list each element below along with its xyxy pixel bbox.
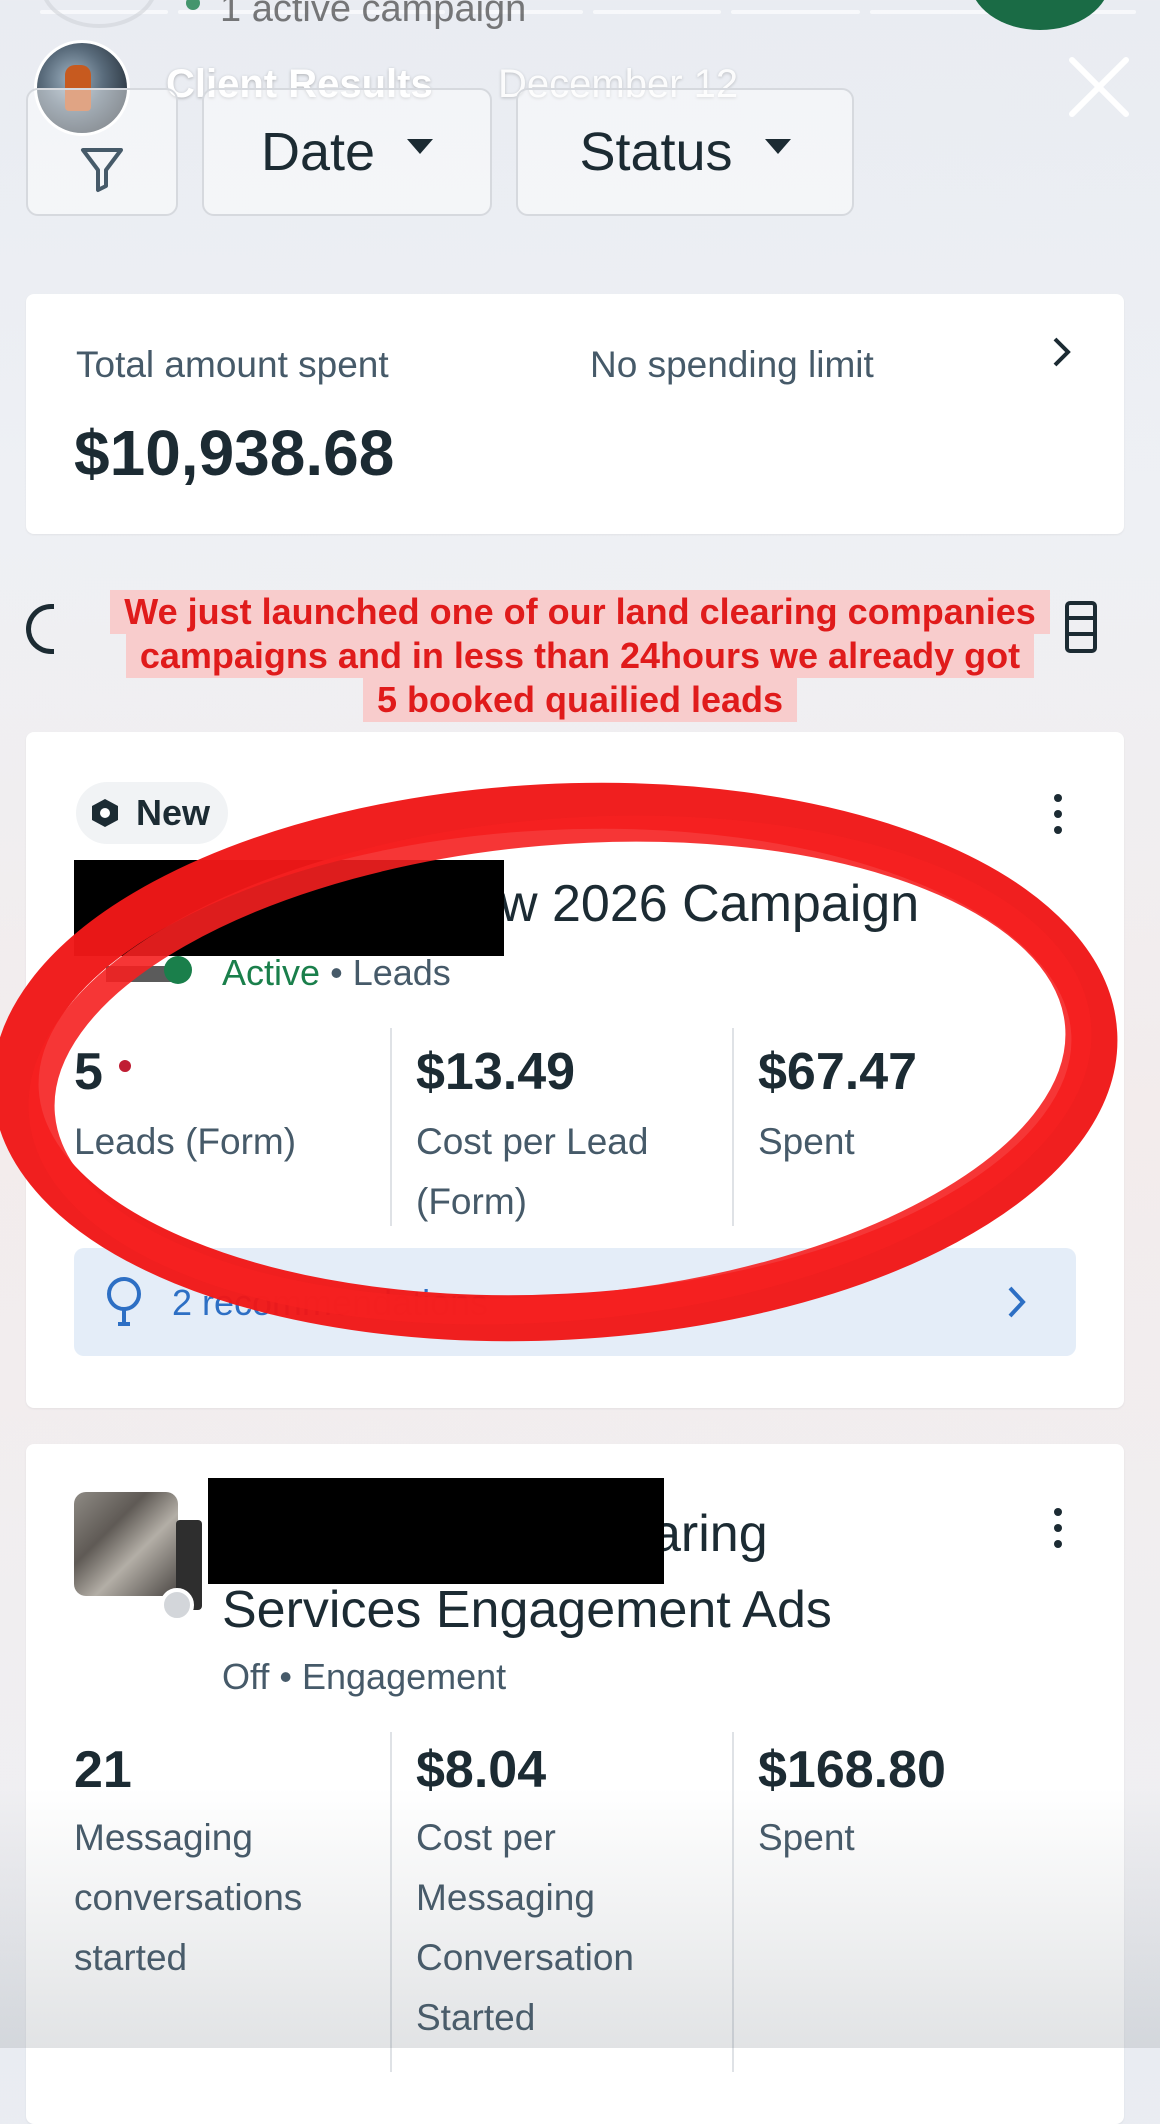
- spent-value: $67.47: [758, 1043, 918, 1101]
- messaging-conversations-label: Messaging conversations started: [74, 1817, 303, 1978]
- total-spent-label: Total amount spent: [76, 344, 389, 385]
- campaign-title-line1[interactable]: aring: [652, 1504, 768, 1564]
- progress-segment: [731, 10, 860, 14]
- off-status-dot: [160, 1588, 194, 1622]
- metric-divider: [732, 1732, 734, 2072]
- background-avatar-ring: [40, 0, 158, 28]
- story-progress: [40, 10, 1136, 14]
- annotation-line: campaigns and in less than 24hours we al…: [125, 634, 1035, 678]
- separator: •: [279, 1656, 292, 1697]
- leads-value: 5: [74, 1042, 131, 1102]
- redaction-block: [74, 860, 504, 956]
- progress-segment: [593, 10, 722, 14]
- leads-label: Leads (Form): [74, 1121, 297, 1162]
- cost-per-conversation-label: Cost per Messaging Conversation Started: [416, 1817, 635, 2038]
- cost-per-lead-label: Cost per Lead (Form): [416, 1121, 649, 1222]
- status-filter-dropdown[interactable]: Status: [516, 88, 854, 216]
- annotation-line: 5 booked quailied leads: [362, 678, 798, 722]
- spend-summary-card[interactable]: Total amount spent No spending limit $10…: [26, 294, 1124, 534]
- active-status-dot: [164, 956, 192, 984]
- campaign-thumbnail: [74, 1492, 178, 1596]
- lightbulb-icon: [107, 1277, 141, 1326]
- metric-divider: [390, 1028, 392, 1226]
- new-badge-icon: [92, 799, 118, 827]
- messaging-conversations-value: 21: [74, 1741, 132, 1799]
- metric-divider: [732, 1028, 734, 1226]
- active-dot: [186, 0, 200, 10]
- campaign-title-line2[interactable]: Services Engagement Ads: [222, 1580, 832, 1640]
- recommendations-text: 2 recommendations: [172, 1282, 489, 1323]
- caret-down-icon: [764, 138, 791, 154]
- new-badge: New: [76, 782, 229, 844]
- close-icon[interactable]: [1066, 54, 1132, 120]
- background-profile-circle: [970, 0, 1110, 30]
- chevron-right-icon[interactable]: [1050, 334, 1074, 370]
- filter-icon: [81, 148, 123, 192]
- metric-divider: [390, 1732, 392, 2072]
- redaction-block: [208, 1478, 664, 1584]
- new-results-dot: [118, 1060, 131, 1073]
- spent-label: Spent: [758, 1121, 855, 1162]
- spent-value: $168.80: [758, 1741, 946, 1799]
- campaign-objective: Leads: [352, 952, 451, 993]
- more-vert-icon[interactable]: [1052, 1508, 1064, 1556]
- cost-per-conversation-value: $8.04: [416, 1741, 547, 1799]
- spent-label: Spent: [758, 1817, 855, 1858]
- progress-segment: [869, 10, 998, 14]
- caret-down-icon: [407, 138, 434, 154]
- status-filter-label: Status: [579, 122, 733, 182]
- campaign-title[interactable]: w 2026 Campaign: [500, 874, 919, 934]
- date-filter-dropdown[interactable]: Date: [202, 88, 492, 216]
- campaign-status: Active • Leads: [222, 952, 451, 994]
- status-active: Active: [222, 952, 321, 993]
- new-badge-label: New: [136, 792, 211, 833]
- recommendations-banner[interactable]: 2 recommendations: [74, 1248, 1076, 1356]
- date-filter-label: Date: [260, 122, 376, 182]
- annotation-line: We just launched one of our land clearin…: [110, 590, 1050, 634]
- campaign-card[interactable]: aring Services Engagement Ads Off • Enga…: [26, 1444, 1124, 2124]
- separator: •: [330, 952, 343, 993]
- campaign-card[interactable]: New w 2026 Campaign Active • Leads 5 Lea…: [26, 732, 1124, 1408]
- campaign-status: Off • Engagement: [222, 1656, 506, 1698]
- spending-limit-label: No spending limit: [590, 344, 874, 385]
- cost-per-lead-value: $13.49: [416, 1043, 576, 1101]
- more-vert-icon[interactable]: [1052, 794, 1064, 842]
- total-spent-value: $10,938.68: [74, 417, 395, 489]
- chevron-right-icon[interactable]: [1006, 1284, 1028, 1320]
- annotation-banner: We just launched one of our land clearin…: [0, 590, 1160, 722]
- status-off: Off: [222, 1656, 270, 1697]
- campaign-objective: Engagement: [302, 1656, 507, 1697]
- filter-button[interactable]: [26, 88, 178, 216]
- active-campaign-count: 1 active campaign: [220, 0, 527, 30]
